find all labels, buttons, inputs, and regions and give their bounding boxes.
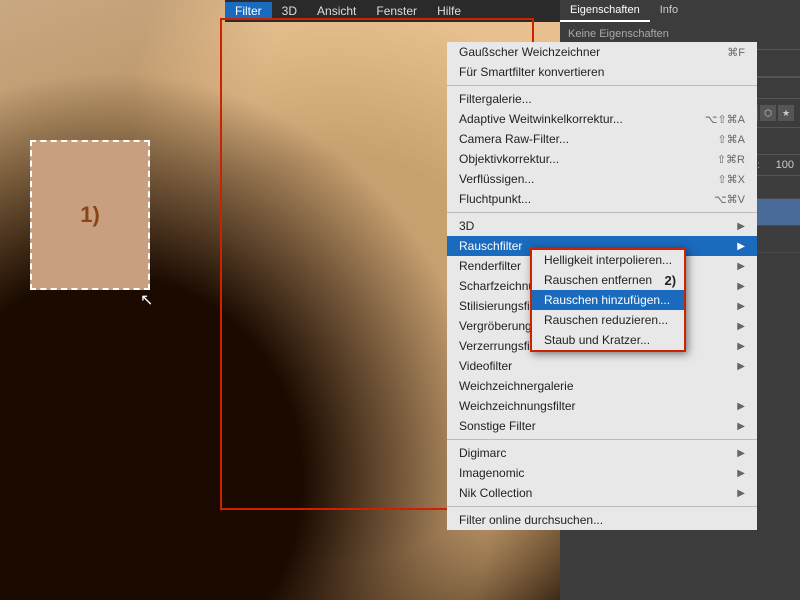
panel-tabs: Eigenschaften Info bbox=[560, 0, 800, 22]
sep2 bbox=[447, 212, 757, 213]
submenu-reduzieren[interactable]: Rauschen reduzieren... bbox=[532, 310, 684, 330]
filter-weitwinkel[interactable]: Adaptive Weitwinkelkorrektur... ⌥⇧⌘A bbox=[447, 109, 757, 129]
filter-objektiv[interactable]: Objektivkorrektur... ⇧⌘R bbox=[447, 149, 757, 169]
submenu-hinzufuegen[interactable]: Rauschen hinzufügen... bbox=[532, 290, 684, 310]
sep3 bbox=[447, 439, 757, 440]
tab-eigenschaften[interactable]: Eigenschaften bbox=[560, 0, 650, 22]
filter-filtergalerie[interactable]: Filtergalerie... bbox=[447, 89, 757, 109]
filter-smartfilter[interactable]: Für Smartfilter konvertieren bbox=[447, 62, 757, 82]
tab-info[interactable]: Info bbox=[650, 0, 688, 22]
filter-videofilter[interactable]: Videofilter ▶ bbox=[447, 356, 757, 376]
rauschen-submenu: Helligkeit interpolieren... Rauschen ent… bbox=[530, 248, 686, 352]
filter-smart-icon[interactable]: ★ bbox=[778, 105, 794, 121]
filter-3d[interactable]: 3D ▶ bbox=[447, 216, 757, 236]
filter-digimarc[interactable]: Digimarc ▶ bbox=[447, 443, 757, 463]
selection-label: 1) bbox=[80, 202, 100, 228]
filter-cameraraw[interactable]: Camera Raw-Filter... ⇧⌘A bbox=[447, 129, 757, 149]
submenu-entfernen[interactable]: Rauschen entfernen bbox=[532, 270, 665, 290]
filter-weichzeichnungsfilter[interactable]: Weichzeichnungsfilter ▶ bbox=[447, 396, 757, 416]
filter-fluchtpunkt[interactable]: Fluchtpunkt... ⌥⌘V bbox=[447, 189, 757, 209]
filter-nik-collection[interactable]: Nik Collection ▶ bbox=[447, 483, 757, 503]
filter-online[interactable]: Filter online durchsuchen... bbox=[447, 510, 757, 530]
filter-weichzeichnergalerie[interactable]: Weichzeichnergalerie bbox=[447, 376, 757, 396]
submenu-staub[interactable]: Staub und Kratzer... bbox=[532, 330, 684, 350]
filter-shape-icon[interactable]: ⬡ bbox=[760, 105, 776, 121]
fill-value: 100 bbox=[764, 159, 794, 171]
filter-gausscher[interactable]: Gaußscher Weichzeichner ⌘F bbox=[447, 42, 757, 62]
sep1 bbox=[447, 85, 757, 86]
cursor-icon: ↖ bbox=[140, 290, 156, 310]
sep4 bbox=[447, 506, 757, 507]
submenu-helligkeit[interactable]: Helligkeit interpolieren... bbox=[532, 250, 684, 270]
label-2: 2) bbox=[665, 273, 685, 288]
submenu-entfernen-row: Rauschen entfernen 2) bbox=[532, 270, 684, 290]
filter-dropdown-container: Gaußscher Weichzeichner ⌘F Für Smartfilt… bbox=[220, 18, 534, 510]
filter-sonstige[interactable]: Sonstige Filter ▶ bbox=[447, 416, 757, 436]
selection-box: 1) bbox=[30, 140, 150, 290]
filter-imagenomic[interactable]: Imagenomic ▶ bbox=[447, 463, 757, 483]
filter-verfluessigen[interactable]: Verflüssigen... ⇧⌘X bbox=[447, 169, 757, 189]
